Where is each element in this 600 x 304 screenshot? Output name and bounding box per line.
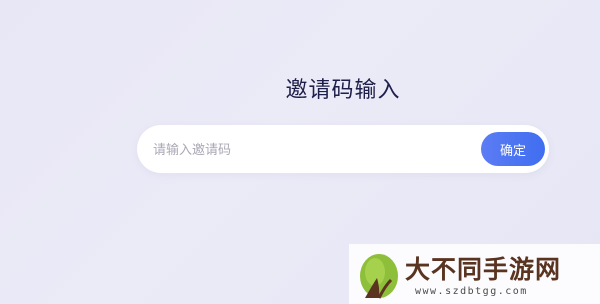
watermark: 大不同手游网 www.szdbtgg.com — [349, 244, 600, 304]
invite-code-input[interactable] — [151, 137, 475, 163]
watermark-name: 大不同手游网 — [405, 255, 562, 284]
leaf-logo-icon — [360, 254, 398, 299]
invite-code-bar: 确定 — [137, 125, 549, 173]
page-title: 邀请码输入 — [285, 78, 401, 103]
watermark-url: www.szdbtgg.com — [415, 286, 528, 297]
confirm-button[interactable]: 确定 — [481, 132, 545, 166]
